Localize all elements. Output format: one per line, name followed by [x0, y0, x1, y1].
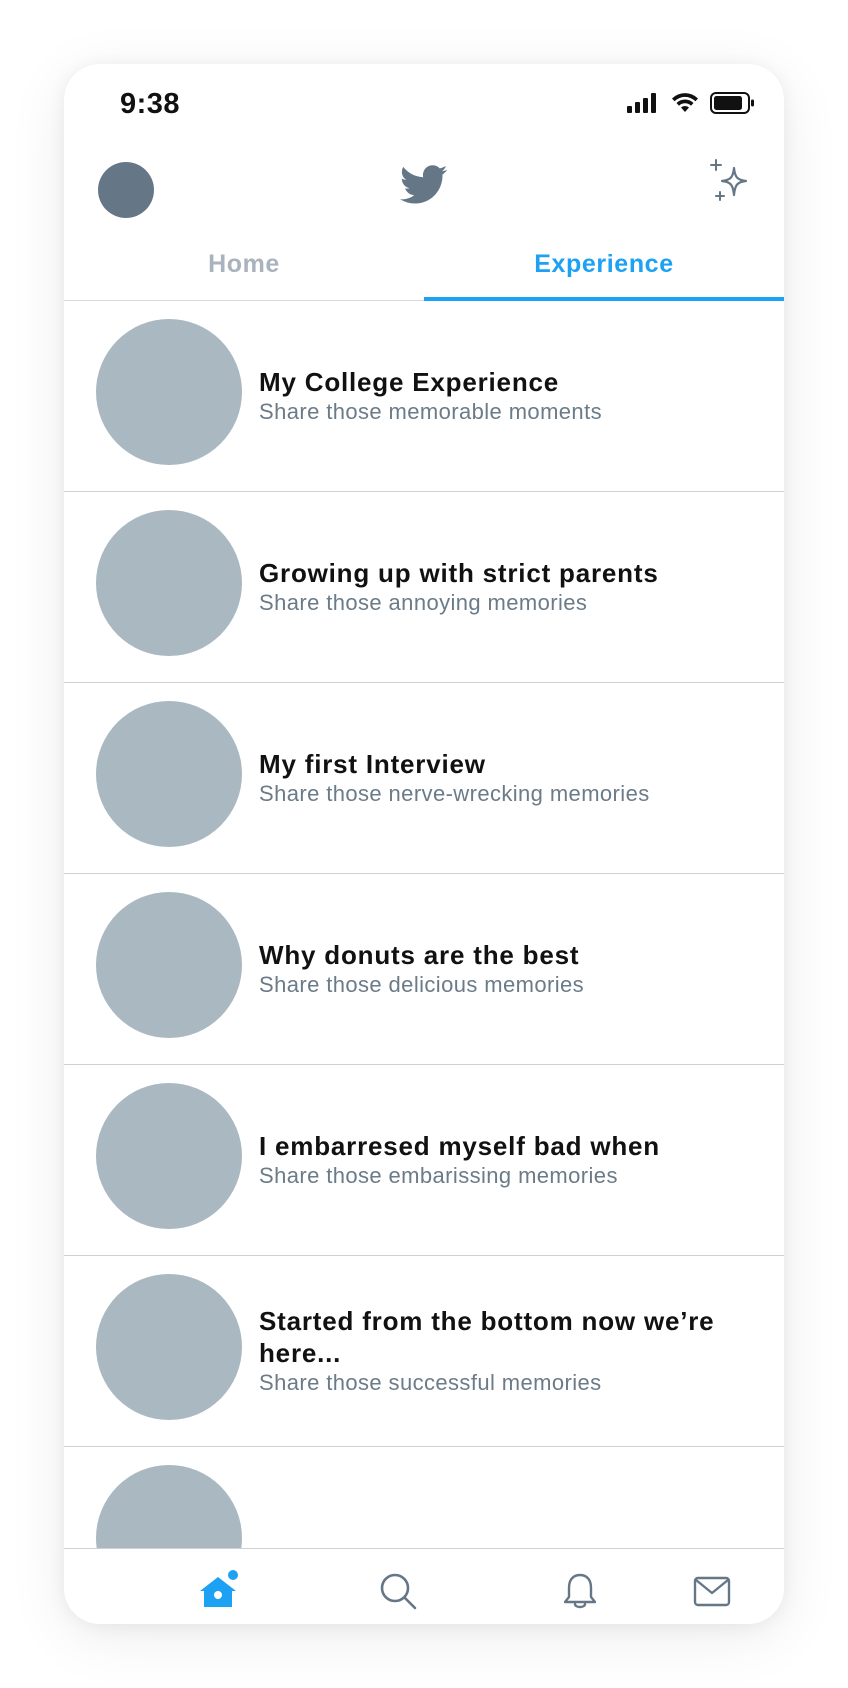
nav-home-button[interactable] [188, 1563, 248, 1623]
list-item-text: Growing up with strict parents Share tho… [259, 557, 760, 617]
cellular-signal-icon [626, 92, 660, 119]
bell-icon [560, 1571, 600, 1616]
list-item-subtitle: Share those delicious memories [259, 972, 585, 997]
list-item-text: Started from the bottom now we’re here..… [259, 1305, 760, 1397]
list-item-title: My College Experience [259, 367, 560, 397]
wifi-icon [670, 92, 700, 119]
list-item-subtitle: Share those annoying memories [259, 590, 588, 615]
list-item[interactable]: Why donuts are the best Share those deli… [64, 874, 784, 1065]
tab-bar: Home Experience [64, 240, 784, 301]
list-item-partial[interactable] [64, 1447, 784, 1548]
list-item-subtitle: Share those memorable moments [259, 399, 602, 424]
list-item-text: My College Experience Share those memora… [259, 366, 760, 426]
list-item-thumbnail [96, 1274, 242, 1420]
list-item[interactable]: My College Experience Share those memora… [64, 301, 784, 492]
list-item-subtitle: Share those successful memories [259, 1370, 602, 1395]
list-item-title: Why donuts are the best [259, 940, 580, 970]
list-item-title: I embarresed myself bad when [259, 1131, 660, 1161]
list-item[interactable]: My first Interview Share those nerve-wre… [64, 683, 784, 874]
nav-messages-button[interactable] [682, 1563, 742, 1623]
list-item[interactable]: Growing up with strict parents Share tho… [64, 492, 784, 683]
experience-list: My College Experience Share those memora… [64, 301, 784, 1548]
list-item-text: My first Interview Share those nerve-wre… [259, 748, 760, 808]
search-icon [378, 1571, 418, 1616]
status-bar: 9:38 [64, 64, 784, 154]
list-item-text: Why donuts are the best Share those deli… [259, 939, 760, 999]
list-item-subtitle: Share those embarissing memories [259, 1163, 618, 1188]
list-item-title: Growing up with strict parents [259, 558, 659, 588]
bottom-nav [64, 1548, 784, 1624]
status-time: 9:38 [120, 88, 181, 120]
list-item-thumbnail [96, 1465, 242, 1548]
tab-experience[interactable]: Experience [424, 240, 784, 301]
sparkle-icon[interactable] [708, 158, 754, 209]
nav-notifications-button[interactable] [550, 1563, 610, 1623]
list-item-thumbnail [96, 319, 242, 465]
list-item-thumbnail [96, 892, 242, 1038]
list-item-thumbnail [96, 510, 242, 656]
header [64, 150, 784, 240]
nav-search-button[interactable] [368, 1563, 428, 1623]
list-item[interactable]: I embarresed myself bad when Share those… [64, 1065, 784, 1256]
list-item-title: Started from the bottom now we’re here..… [259, 1306, 715, 1368]
list-item-thumbnail [96, 701, 242, 847]
mail-icon [692, 1571, 732, 1616]
home-icon [196, 1569, 240, 1618]
list-item-thumbnail [96, 1083, 242, 1229]
list-item[interactable]: Started from the bottom now we’re here..… [64, 1256, 784, 1447]
battery-icon [710, 92, 756, 119]
phone-frame: 9:38 Home Experience My College Experien… [64, 64, 784, 1624]
list-item-text: I embarresed myself bad when Share those… [259, 1130, 760, 1190]
avatar[interactable] [98, 162, 154, 218]
status-icons [626, 92, 756, 119]
list-item-subtitle: Share those nerve-wrecking memories [259, 781, 650, 806]
list-item-title: My first Interview [259, 749, 486, 779]
twitter-bird-icon [400, 164, 448, 211]
tab-home[interactable]: Home [64, 240, 424, 300]
